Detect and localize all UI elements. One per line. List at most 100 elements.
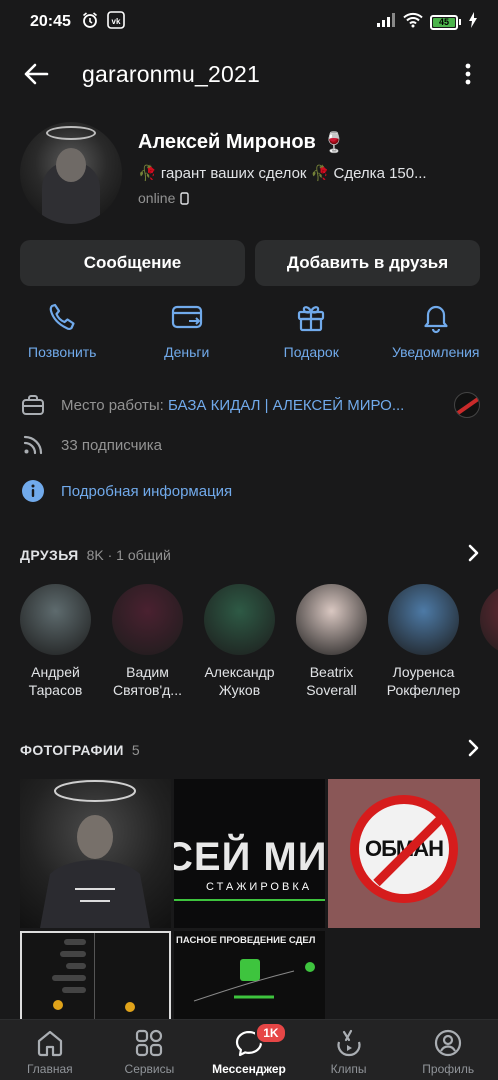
chat-screenshot-image [52,933,135,1019]
photo-5[interactable]: ПАСНОЕ ПРОВЕДЕНИЕ СДЕЛ [174,931,325,1021]
friends-title: ДРУЗЬЯ [20,546,79,563]
bottom-tab-bar: Главная Сервисы 1K Мессенджер Клипы Проф… [0,1019,498,1080]
more-vertical-icon [465,63,471,85]
photos-count: 5 [131,741,140,758]
services-icon [136,1029,163,1057]
tab-services[interactable]: Сервисы [100,1020,200,1080]
top-bar: gararonmu_2021 [0,46,498,102]
charging-icon [468,11,478,33]
profile-status-text: 🥀 гарант ваших сделок 🥀 Сделка 150... [138,165,427,182]
tab-clips-label: Клипы [330,1062,367,1076]
photo-1[interactable] [20,779,171,928]
photo-person-image [40,780,150,928]
back-button[interactable] [18,56,54,92]
friends-meta: 8K · 1 общий [86,546,171,563]
briefcase-icon [20,392,46,418]
friend-name: Андрей Тарасов [28,664,83,698]
battery-level: 45 [433,17,455,27]
work-label: Место работы: [61,396,164,414]
bell-icon [424,305,448,334]
tab-messenger-label: Мессенджер [212,1062,286,1076]
wine-emoji: 🍷 [321,132,347,154]
tab-messenger[interactable]: 1K Мессенджер [199,1020,299,1080]
photo-2-subtitle: СТАЖИРОВКА [206,881,313,893]
wifi-icon [403,12,423,33]
tab-profile-label: Профиль [422,1062,475,1076]
followers-row[interactable]: 33 подписчика [20,425,480,465]
screen-title: gararonmu_2021 [82,60,260,87]
prohibited-sign-icon: ОБМАН [350,795,458,903]
online-text: online [138,190,176,206]
followers-count: 33 подписчика [61,436,163,454]
chevron-right-icon[interactable] [468,544,480,565]
details-row[interactable]: Подробная информация [20,471,480,511]
details-link[interactable]: Подробная информация [61,483,232,500]
money-card-icon [171,305,202,329]
profile-status[interactable]: 🥀 гарант ваших сделок 🥀 Сделка 150... [138,164,480,182]
money-label: Деньги [164,344,210,360]
more-menu-button[interactable] [456,56,480,92]
photo-2-title: СЕЙ МИР [174,835,325,879]
add-friend-button[interactable]: Добавить в друзья [255,240,480,286]
photo-3[interactable]: ОБМАН [328,779,480,928]
photo-4[interactable] [20,931,171,1021]
friend-avatar [388,584,459,655]
photo-2[interactable]: СЕЙ МИР СТАЖИРОВКА [174,779,325,928]
friend-name: Александр Жуков [204,664,275,698]
friend-avatar [204,584,275,655]
friend-avatar [20,584,91,655]
clips-icon [337,1029,361,1057]
gift-action[interactable]: Подарок [249,300,374,360]
status-bar: 20:45 vk 45 [0,0,498,44]
work-row[interactable]: Место работы: БАЗА КИДАЛ | АЛЕКСЕЙ МИРО.… [20,385,480,425]
alarm-icon [81,11,99,34]
rss-icon [20,432,46,458]
friend-item[interactable]: Вла Не [480,584,498,699]
profile-actions: Сообщение Добавить в друзья [20,240,480,286]
friend-avatar [296,584,367,655]
message-button[interactable]: Сообщение [20,240,245,286]
friend-name: Вадим Святов'д... [113,664,182,698]
info-icon [20,478,46,504]
friends-list: Андрей Тарасов Вадим Святов'д... Александр… [20,584,498,699]
signal-icon [376,12,396,33]
friends-header[interactable]: ДРУЗЬЯ 8K · 1 общий [20,544,480,565]
profile-name-text: Алексей Миронов [138,131,316,153]
money-action[interactable]: Деньги [125,300,250,360]
svg-text:vk: vk [111,17,120,26]
notifications-action[interactable]: Уведомления [374,300,498,360]
friend-name: Вла Не [471,663,498,699]
friend-item[interactable]: Александр Жуков [204,584,275,699]
online-indicator: online [138,190,480,206]
tab-clips[interactable]: Клипы [299,1020,399,1080]
photos-header[interactable]: ФОТОГРАФИИ 5 [20,739,480,760]
tab-home[interactable]: Главная [0,1020,100,1080]
tab-services-label: Сервисы [124,1062,175,1076]
friend-item[interactable]: Beatrix Soverall [296,584,367,699]
phone-icon [49,303,75,331]
friend-item[interactable]: Вадим Святов'д... [112,584,183,699]
friend-name: Лоуренса Рокфеллер [386,664,461,698]
friend-avatar [112,584,183,655]
tab-profile[interactable]: Профиль [398,1020,498,1080]
status-time: 20:45 [30,13,71,30]
friend-item[interactable]: Андрей Тарасов [20,584,91,699]
quick-actions: Позвонить Деньги Подарок Уведомления [0,300,498,360]
work-group-avatar[interactable] [454,392,480,418]
home-icon [37,1030,62,1057]
profile-avatar[interactable] [20,122,122,224]
gift-label: Подарок [283,344,339,360]
call-label: Позвонить [28,344,97,360]
photos-title: ФОТОГРАФИИ [20,741,124,758]
call-action[interactable]: Позвонить [0,300,125,360]
gift-icon [298,306,325,332]
notifications-label: Уведомления [391,344,480,360]
chevron-right-icon[interactable] [468,739,480,760]
messenger-badge: 1K [255,1022,287,1044]
work-link[interactable]: БАЗА КИДАЛ | АЛЕКСЕЙ МИРО... [168,397,404,414]
friend-item[interactable]: Лоуренса Рокфеллер [387,584,460,699]
deal-scheme-image [193,959,315,1002]
mobile-icon [180,191,190,205]
vk-notification-icon: vk [107,10,125,34]
tab-home-label: Главная [26,1062,73,1076]
